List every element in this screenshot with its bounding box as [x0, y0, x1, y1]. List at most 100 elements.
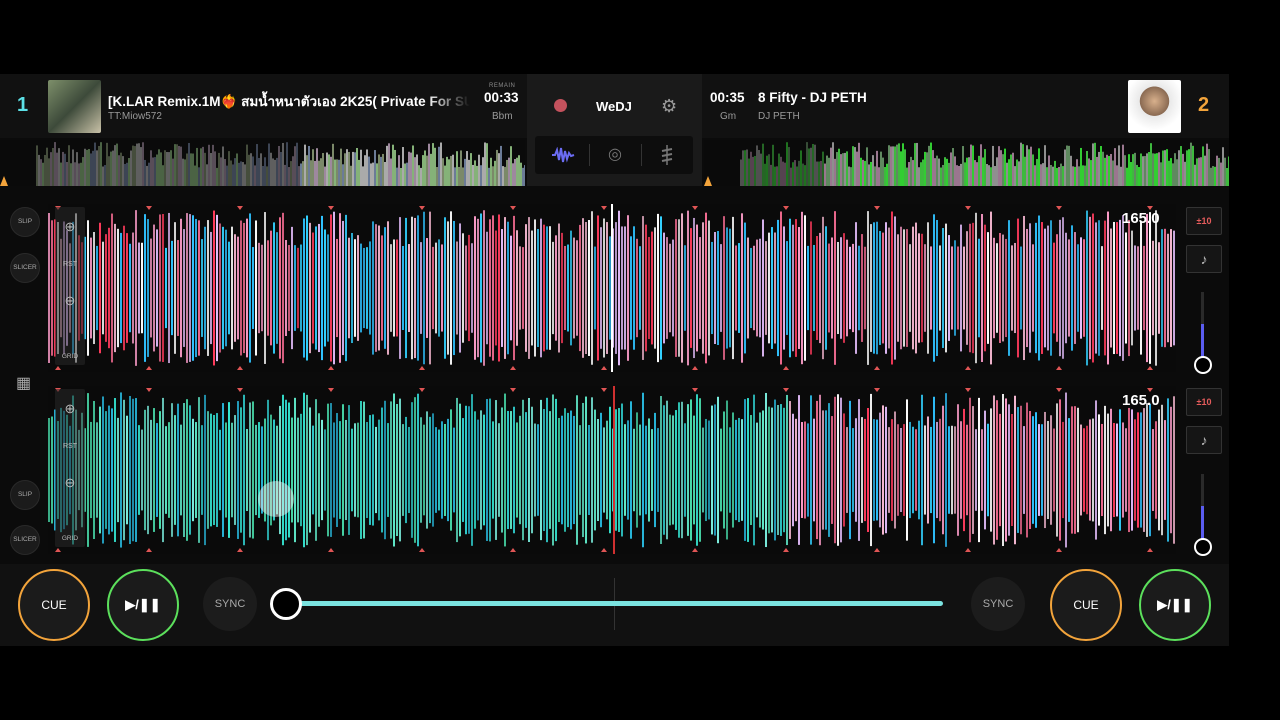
overview-bar [378, 154, 380, 186]
deck1-keylock-icon[interactable]: ♪ [1186, 245, 1222, 273]
waveform-bar [195, 218, 197, 358]
deck1-slip-button[interactable]: SLIP [10, 207, 40, 237]
overview-bar [900, 151, 902, 186]
deck1-waveform[interactable] [48, 204, 1176, 372]
deck1-rst-button[interactable]: RST [55, 261, 85, 268]
overview-bar [1120, 166, 1122, 186]
deck1-slicer-button[interactable]: SLICER [10, 253, 40, 283]
deck2-bpm[interactable]: 165.0 [1122, 392, 1160, 409]
waveform-bar [669, 414, 671, 526]
overview-bar [86, 149, 88, 186]
overview-bar [456, 151, 458, 186]
deck2-waveform[interactable] [48, 386, 1176, 554]
zoom-out-icon[interactable]: ⊖ [55, 475, 85, 491]
deck2-pitch-knob[interactable] [1194, 538, 1212, 556]
deck1-track-title[interactable]: [K.LAR Remix.1M❤️‍🔥 สมน้ำหนาตัวเอง 2K25(… [108, 90, 470, 112]
app-logo[interactable]: WeDJ [596, 99, 632, 114]
overview-bar [884, 167, 886, 186]
deck1-cue-button[interactable]: CUE [18, 569, 90, 641]
waveform-bar [429, 211, 431, 365]
zoom-in-icon[interactable]: ⊕ [55, 219, 85, 235]
deck2-cue-button[interactable]: CUE [1050, 569, 1122, 641]
deck2-pitch-range-button[interactable]: ±10 [1186, 388, 1222, 416]
waveform-bar [1128, 219, 1130, 357]
overview-bar [930, 142, 932, 186]
deck2-time[interactable]: 00:35 [710, 90, 745, 105]
waveform-bar [237, 401, 239, 539]
waveform-view-icon[interactable] [543, 142, 583, 168]
deck2-grid-button[interactable]: GRID [55, 535, 85, 542]
turntable-view-icon[interactable]: ◎ [595, 142, 635, 168]
waveform-bar [132, 398, 134, 542]
grid-menu-icon[interactable]: ▦ [16, 373, 31, 393]
deck2-rst-button[interactable]: RST [55, 443, 85, 450]
overview-bar [44, 154, 46, 186]
waveform-bar [129, 243, 131, 333]
waveform-bar [867, 211, 869, 365]
zoom-out-icon[interactable]: ⊖ [55, 293, 85, 309]
waveform-bar [168, 422, 170, 518]
deck2-overview-waveform[interactable] [704, 140, 1229, 186]
deck2-keylock-icon[interactable]: ♪ [1186, 426, 1222, 454]
waveform-bar [873, 419, 875, 521]
overview-bar [160, 152, 162, 186]
overview-bar [468, 159, 470, 186]
overview-bar [498, 153, 500, 186]
overview-bar [1044, 145, 1046, 186]
overview-bar [856, 151, 858, 186]
zoom-in-icon[interactable]: ⊕ [55, 401, 85, 417]
deck2-slip-button[interactable]: SLIP [10, 480, 40, 510]
deck1-pitch-range-button[interactable]: ±10 [1186, 207, 1222, 235]
waveform-bar [243, 222, 245, 354]
crossfader-knob[interactable] [270, 588, 302, 620]
deck1-cover-art[interactable] [48, 80, 101, 133]
waveform-bar [945, 223, 947, 353]
deck2-cover-art[interactable] [1128, 80, 1181, 133]
deck1-time[interactable]: 00:33 [484, 90, 519, 105]
overview-bar [942, 164, 944, 186]
deck1-play-pause-button[interactable]: ▶/❚❚ [107, 569, 179, 641]
deck2-pitch-slider[interactable] [1201, 474, 1204, 546]
deck1-grid-button[interactable]: GRID [55, 353, 85, 360]
overview-bar [350, 165, 352, 186]
waveform-bar [483, 210, 485, 366]
waveform-bar [138, 242, 140, 334]
overview-bar [1142, 156, 1144, 186]
overview-bar [190, 153, 192, 186]
deck2-sync-button[interactable]: SYNC [971, 577, 1025, 631]
crossfader-track[interactable] [285, 601, 943, 606]
waveform-bar [414, 217, 416, 359]
waveform-bar [150, 419, 152, 521]
overview-bar [42, 162, 44, 186]
overview-bar [196, 147, 198, 186]
deck1-bpm[interactable]: 165.0 [1122, 210, 1160, 227]
waveform-bar [396, 404, 398, 536]
waveform-bar [1089, 419, 1091, 521]
overview-bar [78, 163, 80, 186]
waveform-bar [273, 222, 275, 354]
overview-bar [264, 157, 266, 186]
overview-bar [338, 159, 340, 186]
deck2-track-title[interactable]: 8 Fifty - DJ PETH [758, 90, 1098, 105]
deck1-pitch-slider[interactable] [1201, 292, 1204, 364]
overview-bar [70, 163, 72, 186]
deck1-sync-button[interactable]: SYNC [203, 577, 257, 631]
mixer-view-icon[interactable] [647, 142, 687, 168]
overview-bar [216, 167, 218, 186]
overview-bar [1076, 159, 1078, 186]
deck2-play-pause-button[interactable]: ▶/❚❚ [1139, 569, 1211, 641]
overview-bar [90, 153, 92, 186]
deck1-overview-waveform[interactable] [0, 140, 525, 186]
gear-icon[interactable]: ⚙ [661, 96, 677, 117]
deck2-slicer-button[interactable]: SLICER [10, 525, 40, 555]
waveform-bar [846, 239, 848, 337]
record-button[interactable] [554, 99, 567, 112]
waveform-bar [468, 234, 470, 342]
waveform-bar [876, 419, 878, 521]
overview-bar [1182, 153, 1184, 186]
waveform-bar [624, 424, 626, 516]
deck1-pitch-knob[interactable] [1194, 356, 1212, 374]
waveform-bar [840, 237, 842, 339]
waveform-bar [375, 426, 377, 514]
overview-bar [748, 158, 750, 186]
